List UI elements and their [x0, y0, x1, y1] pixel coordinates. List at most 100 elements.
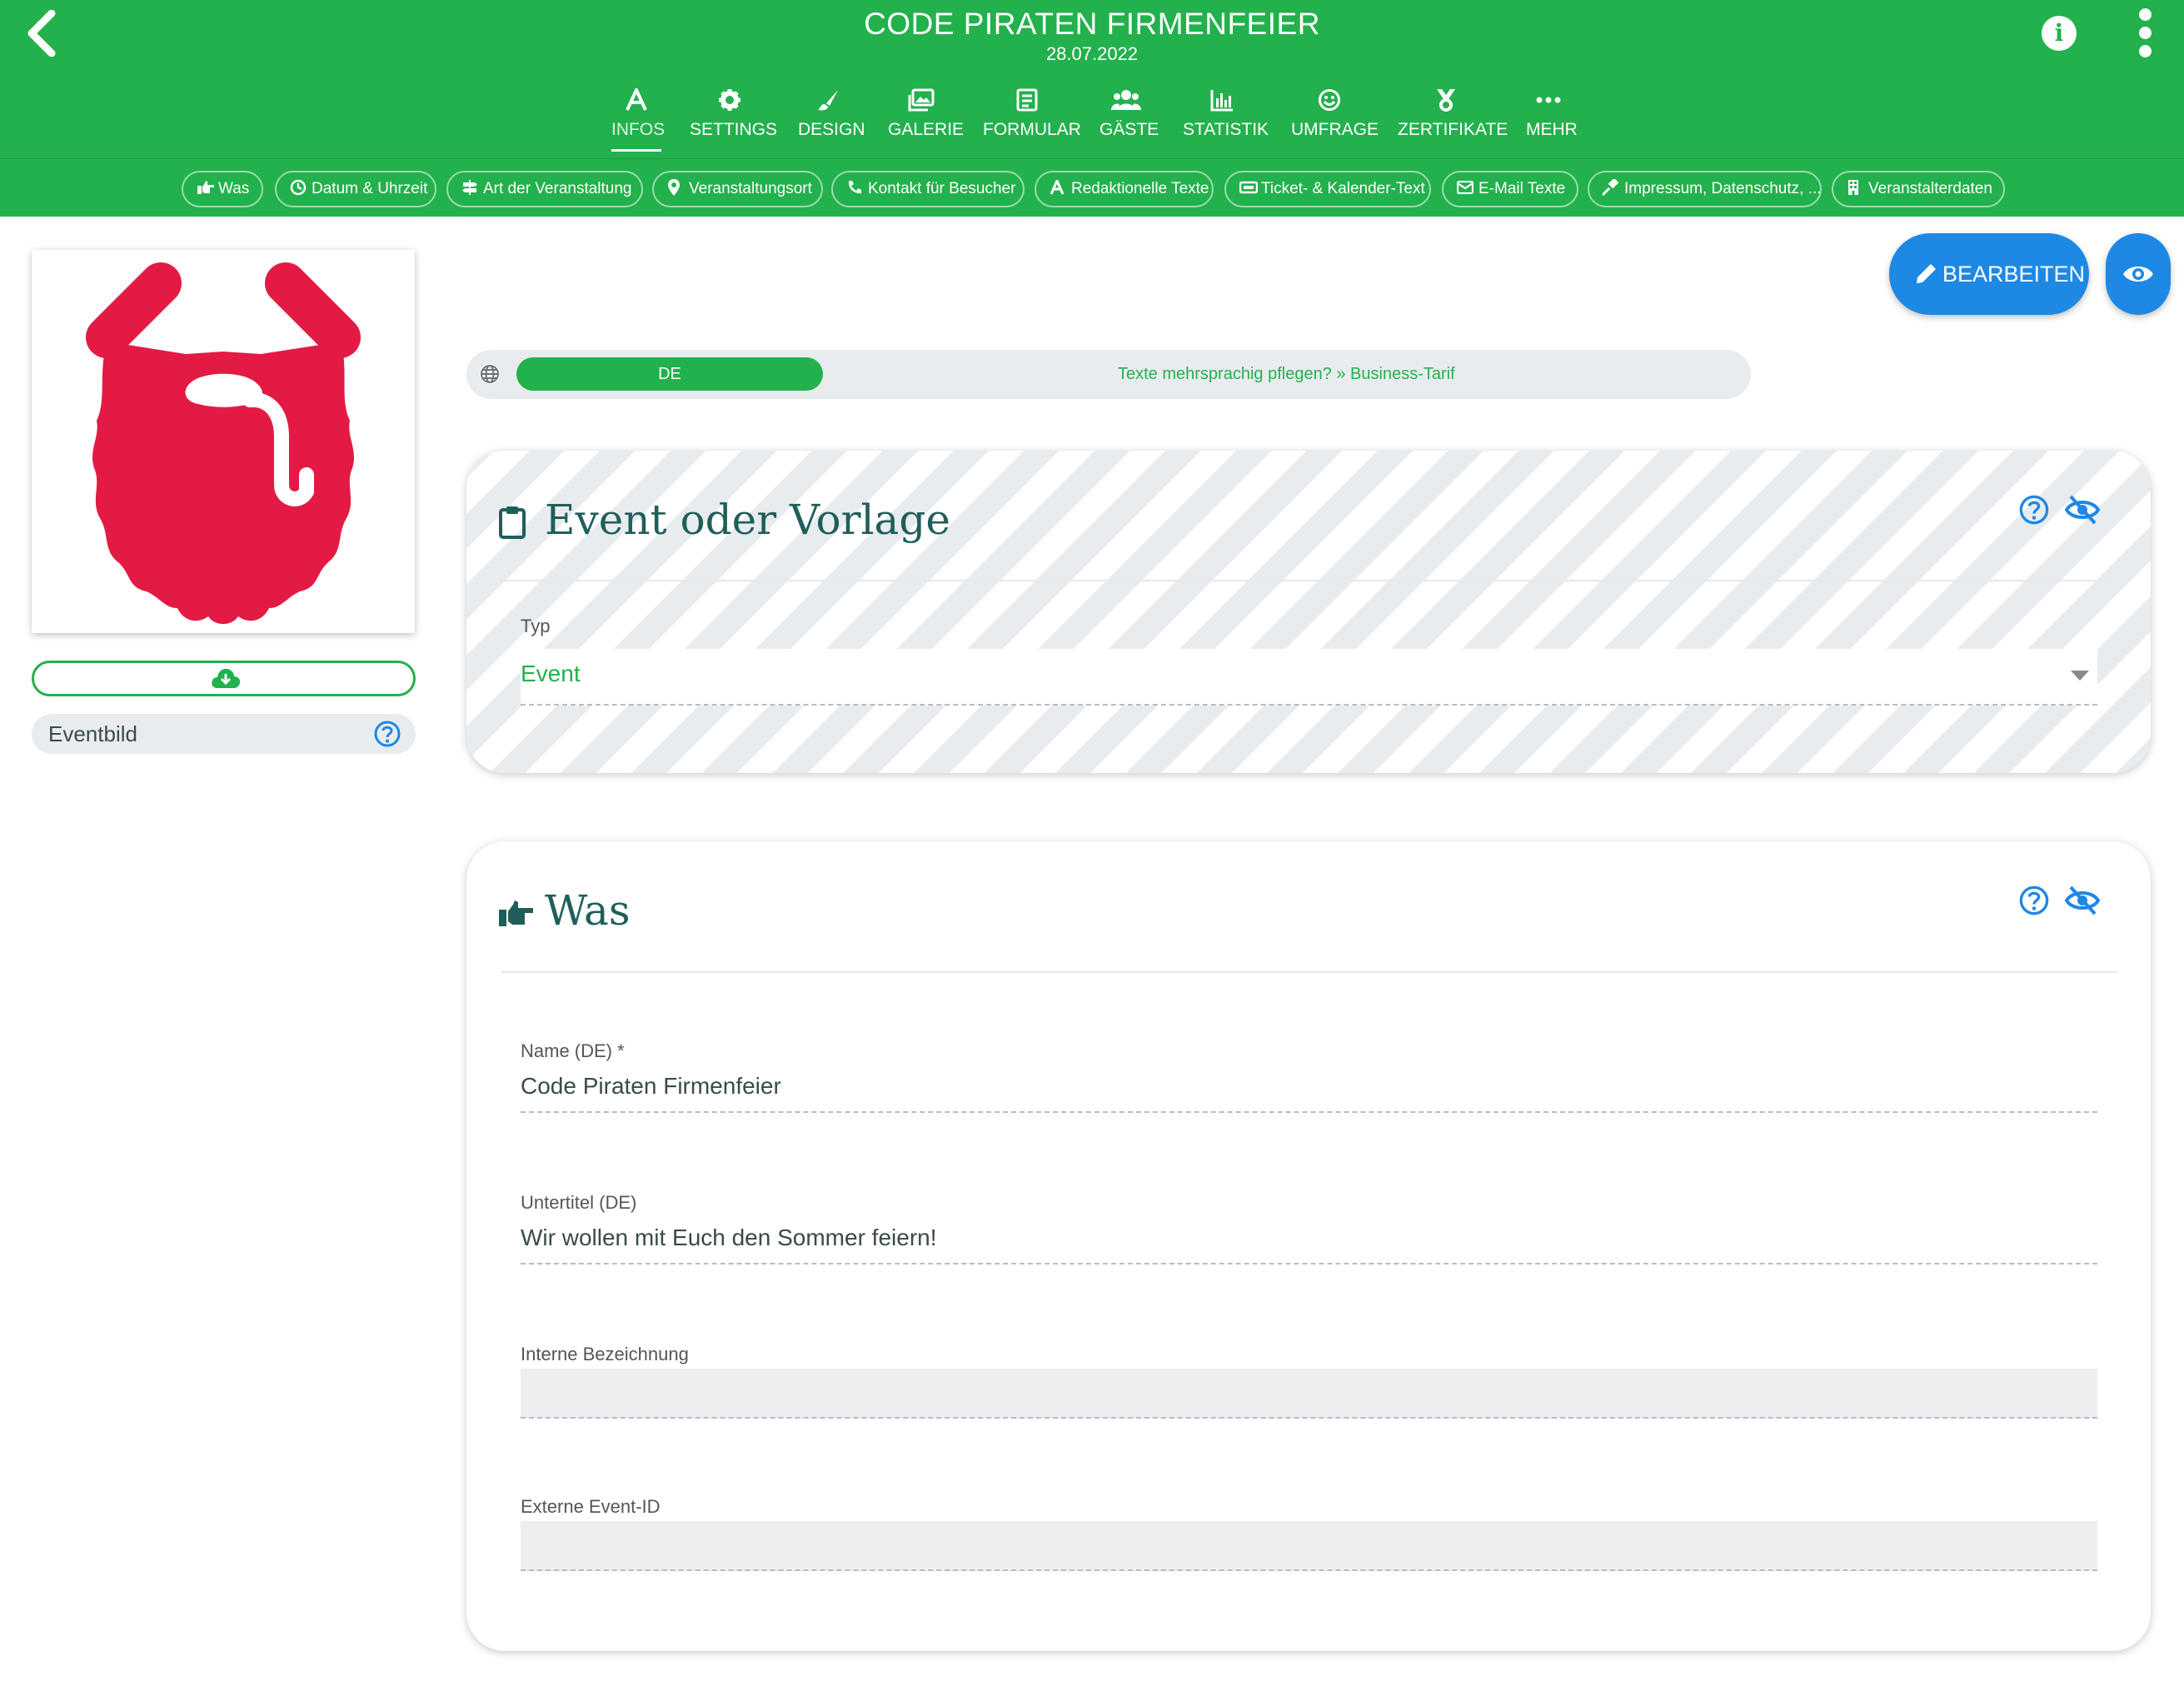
eye-slash-icon	[2064, 885, 2101, 915]
chip-veranstalterdaten[interactable]: Veranstalterdaten	[1832, 171, 2005, 207]
tab-infos[interactable]: INFOS	[611, 83, 666, 153]
help-circle-icon	[2019, 885, 2049, 915]
caret-down-icon	[2071, 671, 2089, 681]
hand-pointing-icon	[499, 900, 533, 926]
chip-label: Art der Veranstaltung	[483, 180, 632, 197]
chip-email-texte[interactable]: E-Mail Texte	[1442, 171, 1578, 207]
clock-icon	[290, 179, 307, 196]
users-icon	[1111, 90, 1141, 110]
help-circle-icon	[2019, 495, 2049, 525]
event-type-help-button[interactable]	[2018, 494, 2049, 525]
chip-label: Veranstalterdaten	[1868, 180, 1992, 197]
tab-label: GALERIE	[888, 120, 965, 139]
tab-label: MEHR	[1526, 120, 1578, 139]
ellipsis-icon	[1536, 97, 1561, 103]
type-select[interactable]: Event	[521, 649, 2097, 706]
eventbild-help-button[interactable]	[373, 720, 401, 748]
tab-zertifikate[interactable]: ZERTIFIKATE	[1398, 83, 1508, 153]
tab-gaeste[interactable]: GÄSTE	[1099, 83, 1159, 153]
clipboard-icon	[499, 506, 526, 539]
event-image[interactable]	[32, 250, 415, 633]
gavel-icon	[1603, 178, 1619, 196]
info-button[interactable]: i	[2042, 16, 2077, 51]
phone-icon	[848, 180, 861, 194]
eventbild-label: Eventbild	[48, 721, 137, 746]
internal-name-label: Interne Bezeichnung	[521, 1344, 689, 1364]
tab-umfrage[interactable]: UMFRAGE	[1291, 83, 1379, 153]
main-tabs: INFOS SETTINGS DESIGN GALERIE FORMULAR G…	[0, 83, 2184, 153]
top-bar: CODE PIRATEN FIRMENFEIER 28.07.2022 i IN…	[0, 0, 2184, 158]
chip-ticket-kalender[interactable]: Ticket- & Kalender-Text	[1224, 171, 1431, 207]
card-divider	[501, 580, 2117, 581]
more-dot	[2139, 27, 2152, 39]
eye-icon	[2123, 267, 2153, 282]
chip-label: Impressum, Datenschutz, ...	[1624, 180, 1822, 197]
more-menu-button[interactable]	[2132, 8, 2157, 58]
tab-label: INFOS	[611, 120, 666, 139]
was-help-button[interactable]	[2018, 885, 2049, 915]
chip-redaktionelle-texte[interactable]: Redaktionelle Texte	[1035, 171, 1214, 207]
chip-kontakt[interactable]: Kontakt für Besucher	[831, 171, 1025, 207]
name-input[interactable]: Code Piraten Firmenfeier	[521, 1073, 781, 1100]
chip-label: Veranstaltungsort	[689, 180, 812, 197]
name-label: Name (DE) *	[521, 1040, 625, 1061]
preview-button[interactable]	[2106, 233, 2171, 315]
internal-name-input[interactable]	[521, 1369, 2097, 1419]
multilanguage-upsell-link[interactable]: Texte mehrsprachig pflegen? » Business-T…	[1118, 350, 1455, 399]
subtitle-underline	[521, 1263, 2097, 1265]
globe-icon	[480, 364, 500, 384]
edit-button-label: BEARBEITEN	[1942, 262, 2086, 287]
subtitle-label: Untertitel (DE)	[521, 1192, 637, 1213]
tab-label: DESIGN	[798, 120, 865, 139]
ticket-icon	[1239, 181, 1258, 194]
chip-label: Datum & Uhrzeit	[312, 180, 428, 197]
edit-button[interactable]: BEARBEITEN	[1889, 233, 2089, 315]
chip-was[interactable]: Was	[182, 171, 263, 207]
tab-galerie[interactable]: GALERIE	[888, 83, 965, 153]
tab-statistik[interactable]: STATISTIK	[1183, 83, 1269, 153]
tab-label: SETTINGS	[690, 120, 778, 139]
text-a-icon	[626, 86, 647, 111]
chip-impressum[interactable]: Impressum, Datenschutz, ...	[1588, 171, 1822, 207]
chip-datum-uhrzeit[interactable]: Datum & Uhrzeit	[275, 171, 436, 207]
tab-label: STATISTIK	[1183, 120, 1269, 139]
chip-label: Redaktionelle Texte	[1071, 180, 1209, 197]
chip-label: Kontakt für Besucher	[868, 180, 1016, 197]
tab-label: GÄSTE	[1099, 120, 1159, 139]
type-select-value: Event	[521, 661, 581, 686]
smiley-icon	[1319, 89, 1340, 111]
form-icon	[1016, 88, 1038, 112]
chip-label: Ticket- & Kalender-Text	[1261, 180, 1425, 197]
chip-art-der-veranstaltung[interactable]: Art der Veranstaltung	[446, 171, 643, 207]
cloud-download-icon	[212, 668, 241, 688]
chip-veranstaltungsort[interactable]: Veranstaltungsort	[652, 171, 823, 207]
help-circle-icon	[374, 721, 401, 747]
tab-mehr[interactable]: MEHR	[1526, 83, 1578, 153]
external-id-input[interactable]	[521, 1521, 2097, 1571]
language-de-button[interactable]: DE	[516, 357, 823, 391]
upload-image-button[interactable]	[32, 661, 416, 696]
was-visibility-toggle[interactable]	[2064, 885, 2101, 915]
signpost-icon	[462, 179, 477, 195]
was-card: Was Name (DE) * Code Piraten Firmenfeier…	[466, 841, 2151, 1651]
tab-label: FORMULAR	[983, 120, 1081, 139]
pirate-beard-logo	[86, 262, 361, 624]
event-type-visibility-toggle[interactable]	[2064, 494, 2101, 525]
name-underline	[521, 1111, 2097, 1113]
info-icon: i	[2054, 19, 2064, 47]
tab-design[interactable]: DESIGN	[798, 83, 865, 153]
section-nav: Was Datum & Uhrzeit Art der Veranstaltun…	[0, 158, 2184, 217]
subtitle-input[interactable]: Wir wollen mit Euch den Sommer feiern!	[521, 1225, 937, 1251]
tab-label: UMFRAGE	[1291, 120, 1379, 139]
hand-pointing-icon	[197, 180, 214, 194]
pencil-icon	[1917, 264, 1936, 283]
images-icon	[908, 88, 935, 112]
envelope-icon	[1457, 180, 1473, 194]
card-title: Event oder Vorlage	[545, 496, 950, 544]
chip-label: Was	[218, 180, 250, 197]
bar-chart-icon	[1210, 90, 1233, 112]
eventbild-field: Eventbild	[32, 714, 416, 754]
tab-formular[interactable]: FORMULAR	[983, 83, 1081, 153]
tab-settings[interactable]: SETTINGS	[690, 83, 778, 153]
language-bar: DE Texte mehrsprachig pflegen? » Busines…	[466, 350, 1751, 399]
